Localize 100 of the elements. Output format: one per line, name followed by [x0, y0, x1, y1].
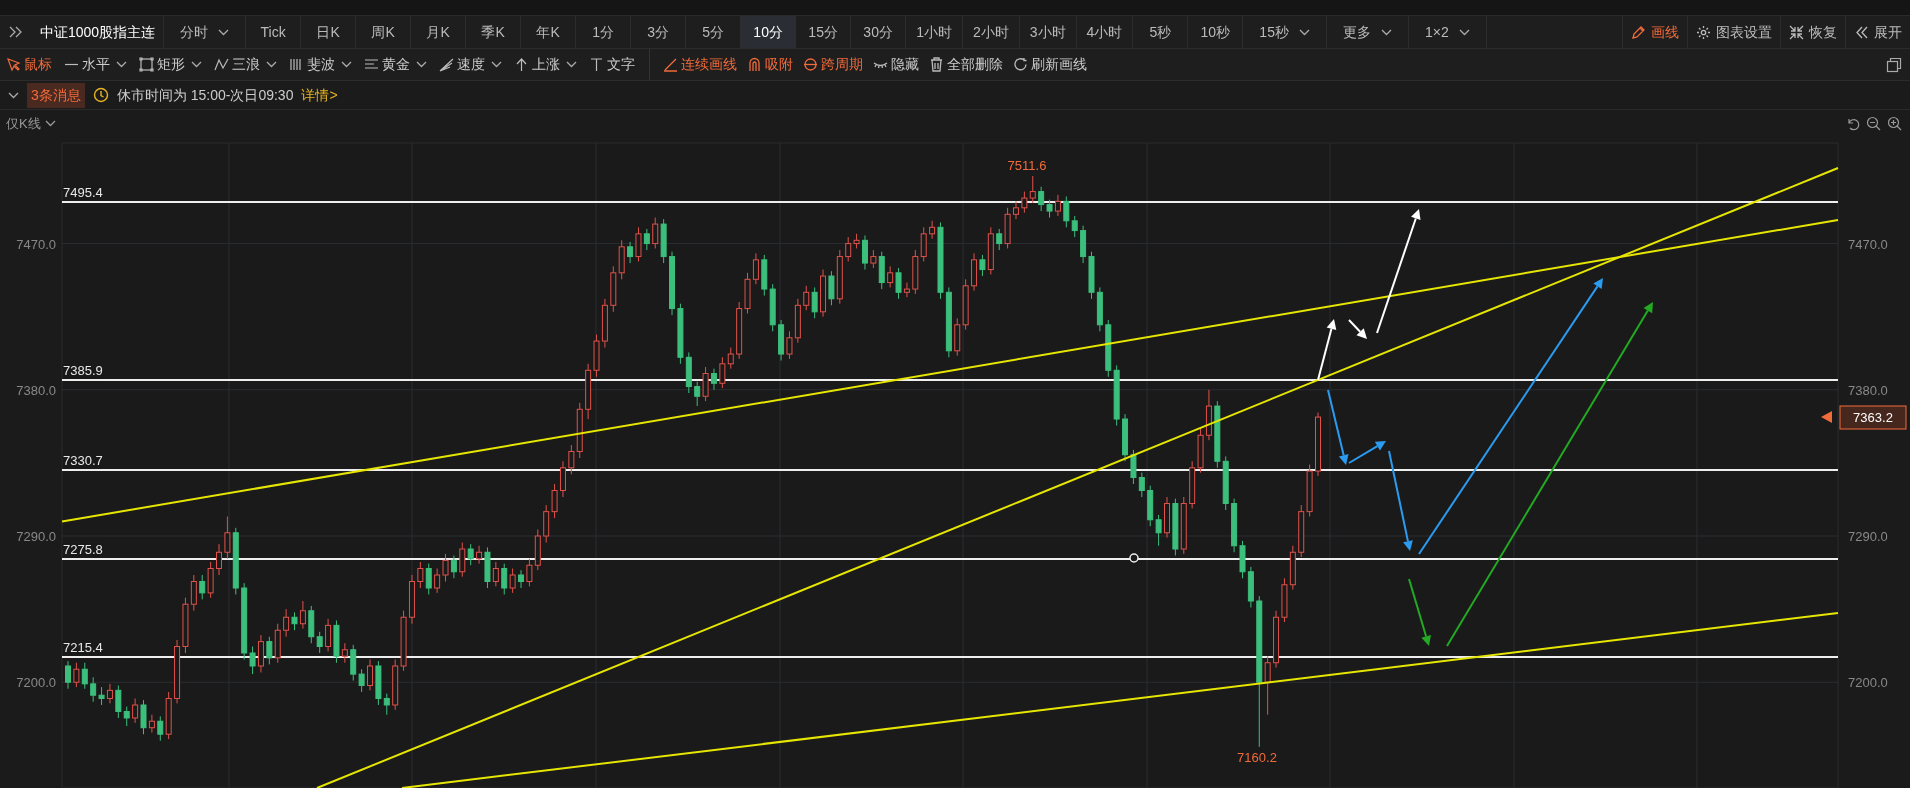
drawing-tool[interactable]: 鼠标 — [0, 49, 58, 80]
candlestick — [476, 545, 483, 565]
caret-icon[interactable] — [266, 61, 277, 68]
candlestick — [828, 270, 835, 306]
collapse-caret-icon[interactable] — [8, 91, 19, 99]
caret-icon[interactable] — [491, 61, 502, 68]
period-tab[interactable]: Tick — [246, 16, 302, 48]
period-tab[interactable]: 15秒 — [1243, 16, 1327, 48]
zoom-in-icon[interactable] — [1887, 116, 1902, 131]
drawing-option[interactable]: 刷新画线 — [1008, 49, 1092, 80]
caret-icon[interactable] — [218, 28, 230, 36]
price-label: 7385.9 — [63, 363, 103, 378]
chart-mode-dropdown[interactable]: 仅K线 — [6, 114, 56, 134]
arrow — [1348, 319, 1367, 339]
window-restore-icon[interactable] — [1886, 56, 1902, 73]
drawing-tool[interactable]: 矩形 — [133, 49, 208, 80]
period-tab[interactable]: 2小时 — [962, 16, 1020, 48]
period-tab[interactable]: 分时 — [164, 16, 247, 48]
candlestick — [1130, 449, 1137, 485]
candlestick — [1264, 655, 1271, 716]
drawing-tool[interactable]: 速度 — [433, 49, 508, 80]
undo-icon[interactable] — [1846, 116, 1860, 131]
drawing-tool[interactable]: 上涨 — [508, 49, 583, 80]
candlestick — [1012, 200, 1019, 220]
candlestick — [1029, 175, 1036, 204]
toolbar-button[interactable]: 展开 — [1845, 16, 1910, 48]
period-tab[interactable]: 15分 — [796, 16, 852, 48]
period-tab[interactable]: 更多 — [1326, 16, 1409, 48]
caret-icon[interactable] — [1298, 28, 1310, 36]
arrow — [1317, 319, 1337, 381]
vertical-lines-icon — [289, 57, 304, 72]
period-tab[interactable]: 4小时 — [1076, 16, 1134, 48]
collapse-arrows-icon — [1789, 24, 1804, 40]
price-label: 7215.4 — [63, 640, 103, 655]
candlestick — [559, 460, 566, 498]
period-tab[interactable]: 30分 — [851, 16, 907, 48]
candlestick — [325, 618, 332, 652]
period-tab[interactable]: 月K — [411, 16, 467, 48]
symbol-name[interactable]: 中证1000股指主连 — [32, 16, 165, 48]
candlestick — [467, 543, 474, 566]
details-link[interactable]: 详情> — [301, 84, 338, 106]
drawing-tool[interactable]: 斐波 — [283, 49, 358, 80]
caret-icon[interactable] — [566, 61, 577, 68]
high-price-label: 7511.6 — [1007, 158, 1047, 173]
drawing-tool[interactable]: 黄金 — [358, 49, 433, 80]
candlestick — [518, 569, 525, 589]
candlestick — [509, 568, 516, 594]
axis-label: 7470.0 — [1848, 236, 1888, 252]
period-tab[interactable]: 3分 — [631, 16, 687, 48]
period-tab[interactable]: 日K — [301, 16, 357, 48]
drawing-tool[interactable]: 水平 — [58, 49, 133, 80]
toolbar-button[interactable]: 恢复 — [1780, 16, 1845, 48]
low-price-label: 7160.2 — [1237, 750, 1277, 765]
period-tab[interactable]: 3小时 — [1019, 16, 1077, 48]
candlestick — [115, 684, 122, 719]
drawing-option[interactable]: 连续画线 — [658, 49, 742, 80]
candlestick — [996, 228, 1003, 251]
candlestick — [929, 220, 936, 240]
period-tab[interactable]: 1×2 — [1408, 16, 1487, 48]
period-tab[interactable]: 5秒 — [1133, 16, 1189, 48]
market-closed-text: 休市时间为 15:00-次日09:30 — [116, 85, 294, 105]
caret-icon[interactable] — [341, 61, 352, 68]
candlestick — [719, 356, 726, 389]
caret-icon[interactable] — [116, 61, 127, 68]
candlestick — [694, 381, 701, 407]
candlestick — [568, 444, 575, 475]
drawing-tool[interactable]: 三浪 — [208, 49, 283, 80]
candlestick — [979, 254, 986, 277]
period-tab[interactable]: 10秒 — [1188, 16, 1244, 48]
horizontal-lines-icon — [364, 57, 379, 72]
period-tab[interactable]: 1分 — [576, 16, 632, 48]
toolbar-button[interactable]: 画线 — [1622, 16, 1687, 48]
drawing-option[interactable]: 隐藏 — [868, 49, 924, 80]
caret-icon[interactable] — [1458, 28, 1470, 36]
price-label: 7495.4 — [63, 185, 103, 200]
period-tab[interactable]: 周K — [356, 16, 412, 48]
drawing-option[interactable]: 吸附 — [742, 49, 798, 80]
magnet-icon — [747, 57, 762, 72]
zoom-out-icon[interactable] — [1866, 116, 1881, 131]
message-count-badge[interactable]: 3条消息 — [27, 82, 85, 108]
candlestick — [887, 265, 894, 288]
period-tab[interactable]: 季K — [466, 16, 522, 48]
period-tab[interactable]: 年K — [521, 16, 577, 48]
drawing-tool[interactable]: 文字 — [583, 49, 641, 80]
caret-icon — [44, 120, 56, 128]
candlestick — [417, 561, 424, 589]
candlestick — [157, 715, 164, 742]
caret-icon[interactable] — [1380, 28, 1392, 36]
candlestick — [1021, 191, 1028, 214]
drawing-option[interactable]: 跨周期 — [798, 49, 868, 80]
caret-icon[interactable] — [191, 61, 202, 68]
drawing-option[interactable]: 全部删除 — [924, 49, 1008, 80]
wave-icon — [214, 57, 229, 72]
axis-label: 7290.0 — [16, 529, 56, 544]
period-tab[interactable]: 10分 — [741, 16, 797, 48]
caret-icon[interactable] — [416, 61, 427, 68]
candlestick — [702, 366, 709, 402]
toolbar-button[interactable]: 图表设置 — [1687, 16, 1780, 48]
candlestick — [459, 542, 466, 578]
period-tab[interactable]: 1小时 — [906, 16, 963, 48]
